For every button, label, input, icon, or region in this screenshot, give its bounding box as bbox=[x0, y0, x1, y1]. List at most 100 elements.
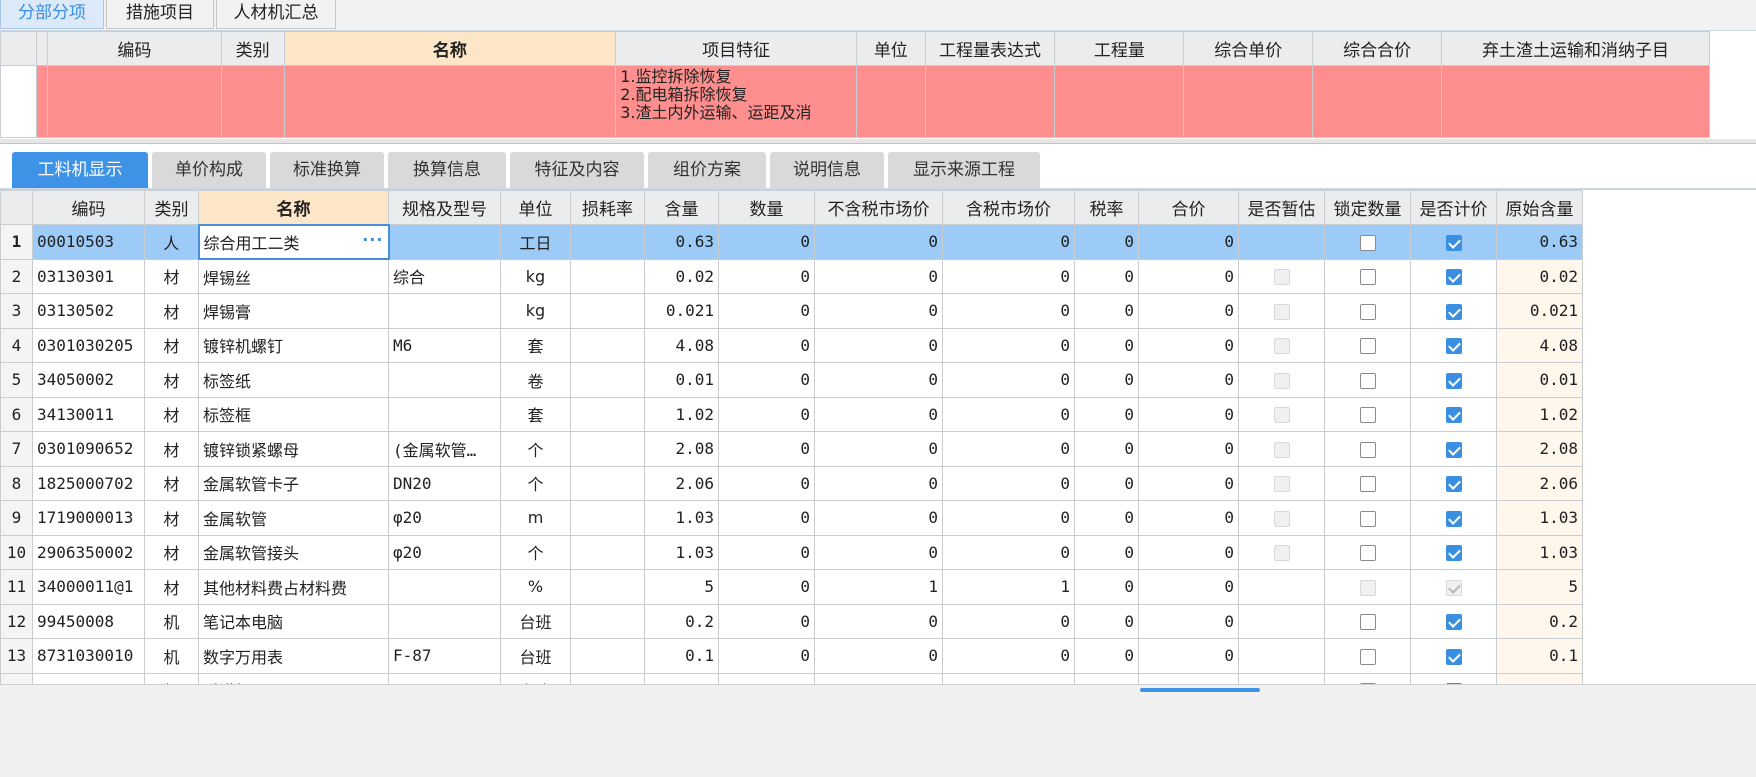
resource-type[interactable]: 材 bbox=[144, 293, 199, 329]
resource-price-ex-tax[interactable]: 0 bbox=[814, 224, 943, 260]
resource-loss-rate[interactable] bbox=[570, 396, 645, 432]
row-number[interactable]: 1 bbox=[0, 224, 33, 260]
resource-loss-rate[interactable] bbox=[570, 224, 645, 260]
lower-header-qty[interactable]: 数量 bbox=[718, 190, 815, 225]
resource-code[interactable]: 34050002 bbox=[32, 362, 145, 398]
tab-fenbu-fenxiang[interactable]: 分部分项 bbox=[0, 0, 104, 29]
resource-loss-rate[interactable] bbox=[570, 500, 645, 536]
priced-checkbox[interactable] bbox=[1445, 441, 1462, 458]
resource-tax-rate[interactable]: 0 bbox=[1074, 258, 1139, 294]
resource-tax-rate[interactable]: 0 bbox=[1074, 569, 1139, 605]
resource-spec[interactable]: DN20 bbox=[388, 465, 501, 501]
resource-tax-rate[interactable]: 0 bbox=[1074, 293, 1139, 329]
resource-price-in-tax[interactable]: 0 bbox=[942, 431, 1075, 467]
resource-unit[interactable]: kg bbox=[500, 293, 571, 329]
resource-type[interactable]: 材 bbox=[144, 258, 199, 294]
lower-header-total[interactable]: 合价 bbox=[1138, 190, 1239, 225]
original-content[interactable]: 0.1 bbox=[1496, 638, 1583, 674]
resource-code[interactable]: 03130301 bbox=[32, 258, 145, 294]
resource-total[interactable]: 0 bbox=[1138, 327, 1239, 363]
resource-price-in-tax[interactable]: 0 bbox=[942, 500, 1075, 536]
tab-cuoshi-xiangmu[interactable]: 措施项目 bbox=[106, 0, 214, 29]
upper-row-selected[interactable]: 1.监控拆除恢复 2.配电箱拆除恢复 3.渣土内外运输、运距及消 bbox=[0, 65, 1710, 138]
resource-loss-rate[interactable] bbox=[570, 362, 645, 398]
resource-row[interactable]: 6 34130011 材 标签框 套 1.02 0 0 0 0 0 1.02 bbox=[0, 396, 1583, 432]
upper-header-expr[interactable]: 工程量表达式 bbox=[924, 31, 1056, 66]
original-content[interactable]: 2.06 bbox=[1496, 465, 1583, 501]
resource-type[interactable]: 材 bbox=[144, 465, 199, 501]
original-content[interactable]: 0.2 bbox=[1496, 603, 1583, 639]
row-number[interactable]: 8 bbox=[0, 465, 33, 501]
resource-price-ex-tax[interactable]: 0 bbox=[814, 396, 943, 432]
priced-checkbox[interactable] bbox=[1445, 614, 1462, 631]
resource-type[interactable]: 材 bbox=[144, 500, 199, 536]
resource-quantity[interactable]: 0 bbox=[718, 258, 815, 294]
upper-header-waste[interactable]: 弃土渣土运输和消纳子目 bbox=[1441, 31, 1710, 66]
resource-content[interactable]: 0.02 bbox=[644, 258, 719, 294]
resource-name[interactable]: 焊锡膏 bbox=[198, 293, 389, 329]
row-number[interactable]: 2 bbox=[0, 258, 33, 294]
upper-cell-name[interactable] bbox=[283, 65, 617, 138]
lower-header-code[interactable]: 编码 bbox=[32, 190, 145, 225]
resource-code[interactable]: 1825000702 bbox=[32, 465, 145, 501]
resource-loss-rate[interactable] bbox=[570, 603, 645, 639]
tab-conversion-info[interactable]: 换算信息 bbox=[388, 152, 506, 188]
resource-row[interactable]: 12 99450008 机 笔记本电脑 台班 0.2 0 0 0 0 0 0.2 bbox=[0, 603, 1583, 639]
upper-cell-feature[interactable]: 1.监控拆除恢复 2.配电箱拆除恢复 3.渣土内外运输、运距及消 bbox=[615, 65, 858, 138]
row-number[interactable]: 12 bbox=[0, 603, 33, 639]
lock-quantity-checkbox[interactable] bbox=[1359, 407, 1376, 424]
resource-row[interactable]: 7 0301090652 材 镀锌锁紧螺母 (金属软管… 个 2.08 0 0 0 0 0 2.08 bbox=[0, 431, 1583, 467]
resource-unit[interactable]: 套 bbox=[500, 396, 571, 432]
resource-tax-rate[interactable]: 0 bbox=[1074, 603, 1139, 639]
row-number[interactable]: 7 bbox=[0, 431, 33, 467]
lower-header-estimate[interactable]: 是否暂估 bbox=[1238, 190, 1325, 225]
resource-name[interactable]: 镀锌机螺钉 bbox=[198, 327, 389, 363]
resource-tax-rate[interactable]: 0 bbox=[1074, 465, 1139, 501]
resource-tax-rate[interactable]: 0 bbox=[1074, 500, 1139, 536]
upper-cell-unit-price[interactable] bbox=[1183, 65, 1314, 138]
lower-header-price-in-tax[interactable]: 含税市场价 bbox=[942, 190, 1075, 225]
resource-row[interactable]: 2 03130301 材 焊锡丝 综合 kg 0.02 0 0 0 0 0 0.02 bbox=[0, 258, 1583, 294]
upper-cell-total-price[interactable] bbox=[1312, 65, 1443, 138]
resource-price-in-tax[interactable]: 0 bbox=[942, 534, 1075, 570]
resource-row[interactable]: 9 1719000013 材 金属软管 φ20 m 1.03 0 0 0 0 0 1.03 bbox=[0, 500, 1583, 536]
resource-quantity[interactable]: 0 bbox=[718, 224, 815, 260]
resource-price-in-tax[interactable]: 0 bbox=[942, 258, 1075, 294]
resource-loss-rate[interactable] bbox=[570, 327, 645, 363]
resource-tax-rate[interactable]: 0 bbox=[1074, 534, 1139, 570]
upper-cell-unit[interactable] bbox=[856, 65, 926, 138]
upper-header-unit[interactable]: 单位 bbox=[856, 31, 926, 66]
resource-code[interactable]: 00010503 bbox=[32, 224, 145, 260]
resource-quantity[interactable]: 0 bbox=[718, 638, 815, 674]
resource-name[interactable]: 金属软管接头 bbox=[198, 534, 389, 570]
resource-name[interactable]: 综合用工二类 ··· bbox=[197, 223, 390, 260]
resource-row[interactable]: 1 00010503 人 综合用工二类 ··· 工日 0.63 0 0 0 0 0 0.63 bbox=[0, 223, 1583, 260]
resource-loss-rate[interactable] bbox=[570, 258, 645, 294]
resource-content[interactable]: 1.03 bbox=[644, 500, 719, 536]
lower-header-content[interactable]: 含量 bbox=[644, 190, 719, 225]
resource-tax-rate[interactable]: 0 bbox=[1074, 638, 1139, 674]
resource-row[interactable]: 8 1825000702 材 金属软管卡子 DN20 个 2.06 0 0 0 0 0 2.06 bbox=[0, 465, 1583, 501]
lock-quantity-checkbox[interactable] bbox=[1359, 269, 1376, 286]
resource-price-ex-tax[interactable]: 1 bbox=[814, 569, 943, 605]
resource-total[interactable]: 0 bbox=[1138, 603, 1239, 639]
resource-quantity[interactable]: 0 bbox=[718, 569, 815, 605]
resource-loss-rate[interactable] bbox=[570, 638, 645, 674]
resource-code[interactable]: 1719000013 bbox=[32, 500, 145, 536]
row-number[interactable]: 5 bbox=[0, 362, 33, 398]
resource-quantity[interactable]: 0 bbox=[718, 362, 815, 398]
resource-type[interactable]: 材 bbox=[144, 534, 199, 570]
more-options-icon[interactable]: ··· bbox=[362, 230, 383, 249]
resource-price-ex-tax[interactable]: 0 bbox=[814, 603, 943, 639]
lower-header-tax-rate[interactable]: 税率 bbox=[1074, 190, 1139, 225]
tab-pricing-scheme[interactable]: 组价方案 bbox=[648, 152, 766, 188]
resource-price-ex-tax[interactable]: 0 bbox=[814, 500, 943, 536]
resource-content[interactable]: 1.02 bbox=[644, 396, 719, 432]
original-content[interactable]: 0.02 bbox=[1496, 258, 1583, 294]
pane-splitter[interactable] bbox=[0, 139, 1756, 144]
lower-header-type[interactable]: 类别 bbox=[144, 190, 199, 225]
lower-header-loss[interactable]: 损耗率 bbox=[570, 190, 645, 225]
resource-code[interactable]: 34130011 bbox=[32, 396, 145, 432]
lower-header-name[interactable]: 名称 bbox=[198, 190, 389, 225]
resource-type[interactable]: 机 bbox=[144, 638, 199, 674]
